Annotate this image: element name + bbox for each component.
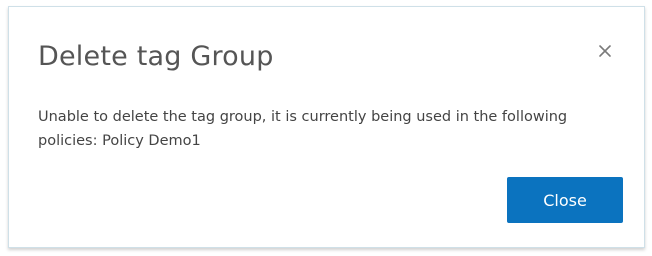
delete-tag-group-dialog: Delete tag Group Unable to delete the ta… <box>8 6 645 248</box>
dialog-message: Unable to delete the tag group, it is cu… <box>38 109 568 149</box>
page: Delete tag Group Unable to delete the ta… <box>0 0 652 256</box>
dialog-title: Delete tag Group <box>38 41 274 72</box>
close-icon[interactable] <box>594 40 616 62</box>
close-button[interactable]: Close <box>507 177 623 223</box>
